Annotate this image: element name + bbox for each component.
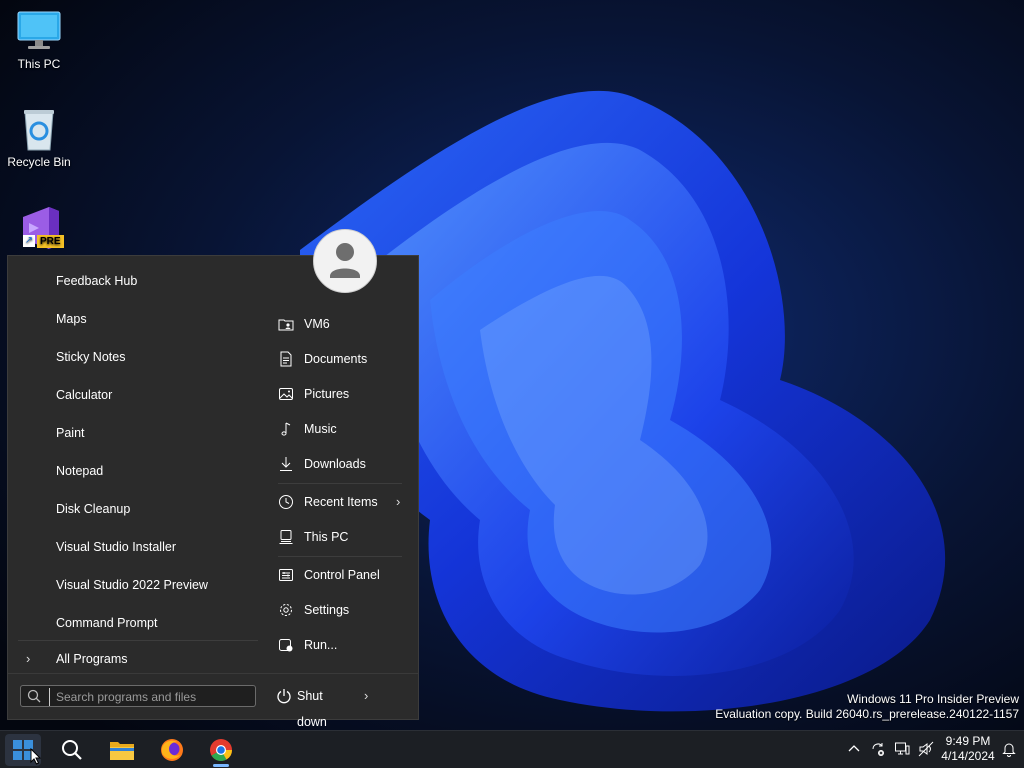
divider xyxy=(278,556,402,557)
place-recent-items[interactable]: Recent Items › xyxy=(274,487,406,517)
control-panel-icon xyxy=(279,569,293,581)
start-button[interactable] xyxy=(5,734,42,766)
search-input[interactable] xyxy=(49,688,258,706)
all-programs-label: All Programs xyxy=(56,652,128,666)
place-label: Control Panel xyxy=(304,568,380,582)
program-sticky-notes[interactable]: Sticky Notes xyxy=(56,342,256,372)
place-label: Recent Items xyxy=(304,495,378,509)
user-icon xyxy=(330,243,360,278)
place-music[interactable]: Music xyxy=(274,414,406,444)
place-label: This PC xyxy=(304,530,349,544)
place-label: Music xyxy=(304,422,337,436)
taskbar-clock[interactable]: 9:49 PM 4/14/2024 xyxy=(930,734,1006,764)
desktop-icon-visual-studio-preview[interactable]: ↗ PRE xyxy=(1,205,77,252)
music-note-icon xyxy=(281,422,291,436)
desktop-icon-label: Recycle Bin xyxy=(7,155,71,169)
program-calculator[interactable]: Calculator xyxy=(56,380,256,410)
shutdown-options-button[interactable]: › xyxy=(360,683,376,709)
clock-time: 9:49 PM xyxy=(945,734,991,748)
start-menu: Feedback Hub Maps Sticky Notes Calculato… xyxy=(7,229,419,729)
recycle-bin-icon xyxy=(15,108,63,152)
bell-icon xyxy=(1002,743,1016,757)
place-label: Documents xyxy=(304,352,368,366)
place-label: Downloads xyxy=(304,457,366,471)
place-label: Pictures xyxy=(304,387,350,401)
program-command-prompt[interactable]: Command Prompt xyxy=(56,608,256,638)
desktop-icon-label: This PC xyxy=(17,57,61,71)
firefox-icon xyxy=(161,739,183,761)
gear-icon xyxy=(280,604,292,616)
picture-icon xyxy=(279,388,293,400)
place-settings[interactable]: Settings xyxy=(274,595,406,625)
notification-center-button[interactable] xyxy=(1001,741,1017,757)
run-icon xyxy=(279,639,293,652)
program-notepad[interactable]: Notepad xyxy=(56,456,256,486)
user-avatar[interactable] xyxy=(313,229,377,293)
tray-network[interactable] xyxy=(894,741,910,757)
chevron-right-icon: › xyxy=(364,688,369,703)
all-programs-button[interactable]: › All Programs xyxy=(18,646,258,672)
search-programs-box[interactable] xyxy=(20,685,258,707)
place-this-pc[interactable]: This PC xyxy=(274,522,406,552)
place-control-panel[interactable]: Control Panel xyxy=(274,560,406,590)
program-maps[interactable]: Maps xyxy=(56,304,256,334)
place-label: Run... xyxy=(304,638,338,652)
power-icon xyxy=(277,689,291,704)
place-documents[interactable]: Documents xyxy=(274,344,406,374)
place-downloads[interactable]: Downloads xyxy=(274,449,406,479)
watermark-line-2: Evaluation copy. Build 26040.rs_prerelea… xyxy=(715,707,1019,721)
search-icon xyxy=(62,740,82,760)
tray-sync-status[interactable] xyxy=(870,741,886,757)
taskbar-file-explorer[interactable] xyxy=(104,734,140,766)
program-paint[interactable]: Paint xyxy=(56,418,256,448)
taskbar-chrome[interactable] xyxy=(203,734,239,767)
program-visual-studio-installer[interactable]: Visual Studio Installer xyxy=(56,532,256,562)
chrome-icon xyxy=(210,739,232,761)
visual-studio-icon: ↗ PRE xyxy=(15,205,64,249)
desktop-icon-this-pc[interactable]: This PC xyxy=(1,10,77,71)
clock-icon xyxy=(279,495,293,509)
taskbar-search-button[interactable] xyxy=(54,734,90,766)
clock-date: 4/14/2024 xyxy=(941,749,995,763)
monitor-icon xyxy=(15,10,63,54)
program-disk-cleanup[interactable]: Disk Cleanup xyxy=(56,494,256,524)
divider xyxy=(18,640,258,641)
program-feedback-hub[interactable]: Feedback Hub xyxy=(56,266,256,296)
desktop-icon-recycle-bin[interactable]: Recycle Bin xyxy=(1,108,77,169)
start-menu-bottom-divider xyxy=(8,673,418,674)
pre-badge: PRE xyxy=(37,235,64,248)
show-hidden-icons-button[interactable] xyxy=(846,741,862,757)
running-indicator xyxy=(213,764,229,767)
search-icon xyxy=(27,689,41,703)
divider xyxy=(278,483,402,484)
document-icon xyxy=(280,351,292,367)
shortcut-arrow-icon: ↗ xyxy=(23,235,35,247)
chevron-right-icon: › xyxy=(26,651,31,666)
shutdown-button[interactable]: Shut down xyxy=(274,683,350,729)
chevron-up-icon xyxy=(848,745,860,752)
download-icon xyxy=(280,457,292,471)
computer-icon xyxy=(279,530,293,544)
place-label: Settings xyxy=(304,603,350,617)
user-folder-icon xyxy=(278,319,294,331)
place-run[interactable]: Run... xyxy=(274,630,406,660)
program-visual-studio-2022-preview[interactable]: Visual Studio 2022 Preview xyxy=(56,570,256,600)
mouse-cursor-icon xyxy=(30,748,42,765)
network-icon xyxy=(895,742,910,755)
place-label: VM6 xyxy=(304,317,330,331)
taskbar: 9:49 PM 4/14/2024 xyxy=(0,730,1024,768)
watermark-line-1: Windows 11 Pro Insider Preview xyxy=(847,692,1019,706)
place-pictures[interactable]: Pictures xyxy=(274,379,406,409)
evaluation-watermark: Windows 11 Pro Insider Preview Evaluatio… xyxy=(715,692,1019,722)
place-user-folder[interactable]: VM6 xyxy=(274,309,406,339)
chevron-right-icon: › xyxy=(396,494,401,509)
shutdown-label: Shut down xyxy=(297,689,327,729)
sync-error-icon xyxy=(872,743,884,756)
folder-icon xyxy=(110,742,134,760)
taskbar-firefox[interactable] xyxy=(154,734,190,766)
